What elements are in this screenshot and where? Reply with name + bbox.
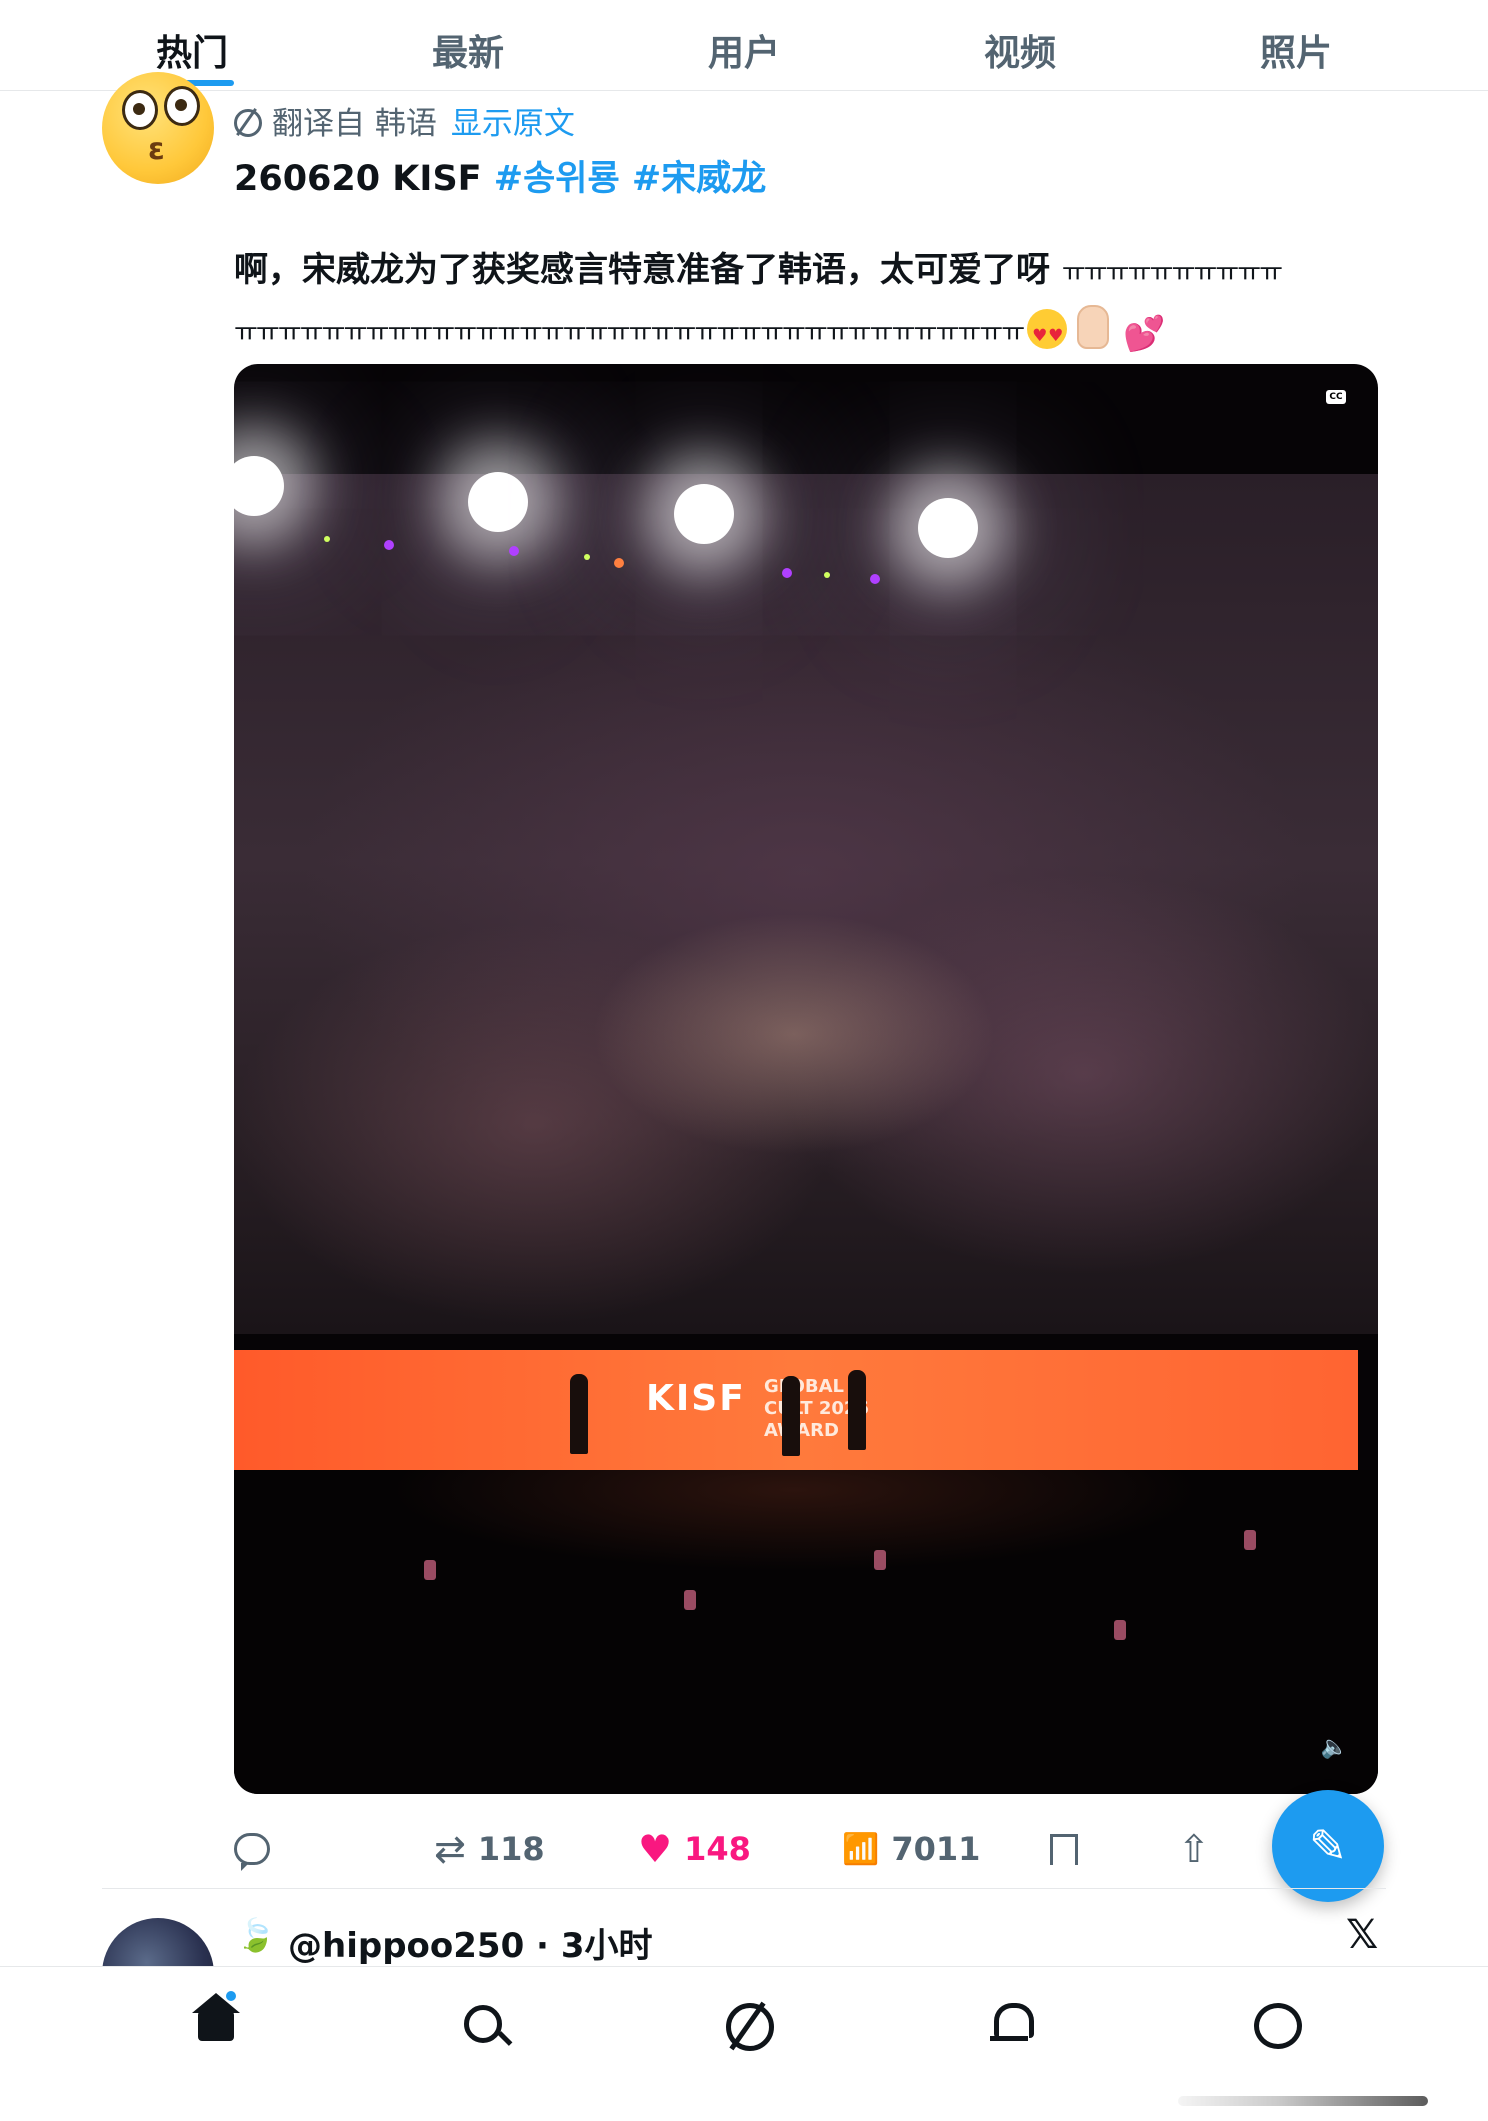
- stage-dot-light: [870, 574, 880, 584]
- stage-dot-light: [824, 572, 830, 578]
- video-frame-crowd: [234, 474, 1378, 1334]
- next-tweet[interactable]: 🍃 @hippoo250 · 3小时 𝕏: [0, 1900, 1488, 2030]
- two-hearts-emoji-icon: 💕: [1123, 314, 1166, 354]
- stage-dot-light: [584, 554, 590, 560]
- leaf-emoji-icon: 🍃: [236, 1916, 276, 1954]
- home-notification-dot: [226, 1991, 236, 2001]
- translated-from-label: 翻译自 韩语: [272, 106, 437, 142]
- show-original-link[interactable]: 显示原文: [451, 106, 575, 142]
- bookmark-icon: [1050, 1833, 1078, 1875]
- translate-icon: [234, 109, 262, 137]
- nav-search[interactable]: [454, 1995, 514, 2055]
- phone-screen: [1114, 1620, 1126, 1640]
- avatar-eye-right: [164, 86, 200, 126]
- reply-button[interactable]: [234, 1824, 270, 1874]
- crossed-fingers-emoji-icon: [1077, 305, 1110, 349]
- compose-button[interactable]: ✎: [1272, 1790, 1384, 1902]
- avatar[interactable]: ɛ: [102, 72, 214, 184]
- heart-icon: ♥: [638, 1827, 673, 1871]
- phone-screen: [424, 1560, 436, 1580]
- hashtag-link[interactable]: #송위룡: [494, 159, 620, 199]
- captions-icon[interactable]: CC: [1326, 390, 1346, 404]
- stage-light: [918, 498, 978, 558]
- stage-dot-light: [782, 568, 792, 578]
- top-tab-bar: 热门 最新 用户 视频 照片: [0, 0, 1488, 91]
- share-icon: ⇧: [1178, 1827, 1210, 1871]
- phone-screen: [684, 1590, 696, 1610]
- nav-messages[interactable]: [1246, 1995, 1306, 2055]
- audience-silhouettes: [234, 1470, 1378, 1794]
- retweet-button[interactable]: ⇄ 118: [434, 1824, 545, 1874]
- title-prefix: 260620 KISF: [234, 159, 482, 199]
- retweet-icon: ⇄: [434, 1827, 466, 1871]
- view-count: 7011: [891, 1830, 981, 1868]
- bookmark-button[interactable]: [1050, 1824, 1078, 1875]
- x-logo-icon[interactable]: 𝕏: [1346, 1912, 1378, 1958]
- tab-videos[interactable]: 视频: [984, 24, 1056, 76]
- stage-light: [468, 472, 528, 532]
- next-tweet-handle[interactable]: @hippoo250 · 3小时: [288, 1918, 652, 1967]
- video-player[interactable]: CC KISF GLOBAL CULT 2026 AWARD 🔈: [234, 364, 1378, 1794]
- home-icon: [192, 1993, 240, 2041]
- phone-screen: [874, 1550, 886, 1570]
- stage-person: [848, 1370, 866, 1450]
- stage-dot-light: [384, 540, 394, 550]
- compose-icon: ✎: [1308, 1819, 1348, 1873]
- analytics-icon: 📶: [842, 1831, 880, 1867]
- heart-eyes-emoji-icon: [1027, 309, 1068, 360]
- kisf-logo: KISF: [646, 1378, 746, 1419]
- hashtag-link[interactable]: #宋威龙: [632, 159, 766, 199]
- tab-hot[interactable]: 热门: [156, 24, 228, 76]
- stage-person: [782, 1376, 800, 1456]
- messages-icon: [1254, 2003, 1302, 2049]
- watermark-bar: [1178, 2096, 1428, 2106]
- tab-latest[interactable]: 最新: [432, 24, 504, 76]
- like-count: 148: [684, 1830, 751, 1868]
- search-icon: [464, 2005, 502, 2043]
- nav-home[interactable]: [190, 1993, 250, 2055]
- phone-screen: [1244, 1530, 1256, 1550]
- notifications-icon: [990, 2003, 1034, 2041]
- avatar-eye-left: [122, 90, 158, 130]
- tweet-title: 260620 KISF #송위룡 #宋威龙: [234, 150, 766, 201]
- reply-icon: [234, 1833, 270, 1871]
- stage-dot-light: [509, 546, 519, 556]
- tab-users[interactable]: 用户: [708, 24, 780, 76]
- volume-icon[interactable]: 🔈: [1321, 1735, 1348, 1760]
- stage-light: [674, 484, 734, 544]
- tweet-divider: [102, 1888, 1386, 1889]
- avatar-mouth: ɛ: [148, 132, 165, 167]
- tweet-actions: ⇄ 118 ♥ 148 📶 7011 ⇧: [234, 1824, 1384, 1884]
- translation-row: 翻译自 韩语 显示原文: [234, 98, 575, 143]
- stage-person: [570, 1374, 588, 1454]
- share-button[interactable]: ⇧: [1178, 1824, 1210, 1874]
- retweet-count: 118: [477, 1830, 545, 1868]
- like-button[interactable]: ♥ 148: [638, 1824, 751, 1874]
- nav-grok[interactable]: [718, 1995, 778, 2055]
- views-button[interactable]: 📶 7011: [842, 1824, 980, 1874]
- tweet-body-text: 啊，宋威龙为了获奖感言特意准备了韩语，太可爱了呀: [234, 250, 1050, 290]
- stage-dot-light: [324, 536, 330, 542]
- stage-backdrop: KISF GLOBAL CULT 2026 AWARD: [234, 1350, 1358, 1470]
- grok-icon: [726, 2003, 774, 2051]
- tweet-body: 啊，宋威龙为了获奖感言特意准备了韩语，太可爱了呀 ㅠㅠㅠㅠㅠㅠㅠㅠㅠㅠ ㅠㅠㅠㅠ…: [234, 246, 1384, 360]
- nav-notifications[interactable]: [982, 1995, 1042, 2055]
- tweet-body-trail-line2: ㅠㅠㅠㅠㅠㅠㅠㅠㅠㅠㅠㅠㅠㅠㅠㅠㅠㅠㅠㅠㅠㅠㅠㅠㅠㅠㅠㅠㅠㅠㅠㅠㅠㅠㅠㅠ: [234, 318, 1025, 348]
- tweet-body-trail: ㅠㅠㅠㅠㅠㅠㅠㅠㅠㅠ: [1061, 258, 1283, 288]
- stage-dot-light: [614, 558, 624, 568]
- tab-photos[interactable]: 照片: [1260, 24, 1332, 76]
